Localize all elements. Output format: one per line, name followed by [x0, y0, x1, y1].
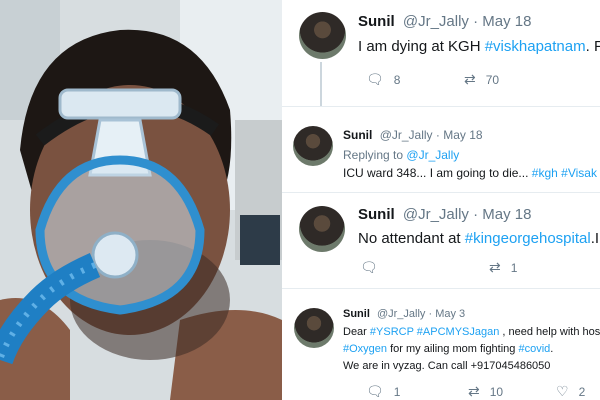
avatar[interactable] — [293, 126, 333, 166]
hashtag-link[interactable]: #Oxygen — [343, 343, 387, 355]
tweet-date[interactable]: May 3 — [435, 308, 465, 320]
avatar[interactable] — [299, 206, 345, 252]
tweet-header: Sunil @Jr_Jally · May 3 — [343, 308, 465, 320]
reply-count: 8 — [393, 73, 401, 87]
retweet-count: 1 — [510, 261, 518, 275]
tweet-actions-like: ♡ 2 — [556, 383, 585, 400]
hashtag-link[interactable]: #kingeorgehospital — [465, 230, 591, 247]
tweet-actions: 🗨︎ 1 — [366, 383, 400, 400]
author-name[interactable]: Sunil — [358, 206, 395, 223]
text-segment: . — [550, 343, 554, 355]
author-name[interactable]: Sunil — [358, 13, 395, 30]
header-separator: · — [428, 308, 433, 320]
tweet-date[interactable]: May 18 — [482, 206, 531, 223]
header-separator: · — [473, 13, 479, 30]
text-segment: No attendant at — [358, 230, 465, 247]
text-segment: ICU ward 348... I am going to die... — [343, 166, 532, 180]
tweet-text-line-1: Dear #YSRCP #APCMYSJagan , need help wit… — [343, 326, 600, 338]
tweet-date[interactable]: May 18 — [443, 128, 482, 142]
author-handle[interactable]: @Jr_Jally — [403, 206, 469, 223]
tweet-header: Sunil @Jr_Jally · May 18 — [358, 13, 531, 30]
author-handle[interactable]: @Jr_Jally — [380, 128, 433, 142]
reply-count: 1 — [393, 385, 401, 399]
thread-line — [320, 62, 322, 106]
replying-handle[interactable]: @Jr_Jally — [406, 148, 459, 162]
hashtag-link[interactable]: #Visak — [561, 166, 597, 180]
author-name[interactable]: Sunil — [343, 308, 370, 320]
tweet-actions-retweet: ⇄ 1 — [489, 259, 517, 276]
tweet-1[interactable]: Sunil @Jr_Jally · May 18 I am dying at K… — [282, 0, 600, 107]
tweet-date[interactable]: May 18 — [482, 13, 531, 30]
text-segment: Dear — [343, 326, 370, 338]
tweet-actions: 🗨︎ — [360, 259, 388, 276]
text-segment: for my ailing mom fighting — [387, 343, 519, 355]
retweet-count: 70 — [485, 73, 500, 87]
hashtag-link[interactable]: #covid — [518, 343, 550, 355]
text-segment: .I a — [590, 230, 600, 247]
replying-prefix: Replying to — [343, 148, 404, 162]
tweet-feed: Sunil @Jr_Jally · May 18 I am dying at K… — [282, 0, 600, 400]
text-segment: . Pl — [585, 38, 600, 55]
photo-patient-oxygen-mask — [0, 0, 282, 400]
tweet-header: Sunil @Jr_Jally · May 18 — [358, 206, 531, 223]
reply-icon[interactable]: 🗨︎ — [366, 71, 384, 88]
text-segment: I am dying at KGH — [358, 38, 485, 55]
reply-icon[interactable]: 🗨︎ — [366, 383, 384, 400]
tweet-header: Sunil @Jr_Jally · May 18 — [343, 128, 483, 142]
text-segment: , need help with hos — [499, 326, 600, 338]
avatar[interactable] — [299, 12, 346, 59]
tweet-text: No attendant at #kingeorgehospital.I a — [358, 230, 600, 247]
hashtag-link[interactable]: #APCMYSJagan — [417, 326, 500, 338]
heart-icon[interactable]: ♡ — [556, 383, 569, 400]
reply-icon[interactable]: 🗨︎ — [360, 259, 378, 276]
retweet-icon[interactable]: ⇄ — [464, 71, 476, 88]
replying-to: Replying to @Jr_Jally — [343, 148, 459, 162]
tweet-actions: 🗨︎ 8 — [366, 71, 400, 88]
hashtag-link[interactable]: #viskhapatnam — [485, 38, 586, 55]
header-separator: · — [435, 128, 440, 142]
tweet-text: I am dying at KGH #viskhapatnam. Pl — [358, 38, 600, 55]
tweet-4[interactable]: Sunil @Jr_Jally · May 3 Dear #YSRCP #APC… — [282, 298, 600, 400]
author-handle[interactable]: @Jr_Jally — [403, 13, 469, 30]
tweet-text: ICU ward 348... I am going to die... #kg… — [343, 166, 597, 180]
tweet-actions-retweet: ⇄ 70 — [464, 71, 499, 88]
author-name[interactable]: Sunil — [343, 128, 372, 142]
hashtag-link[interactable]: #YSRCP — [370, 326, 414, 338]
patient-illustration — [0, 0, 282, 400]
tweet-actions-retweet: ⇄ 10 — [468, 383, 503, 400]
retweet-icon[interactable]: ⇄ — [489, 259, 501, 276]
retweet-icon[interactable]: ⇄ — [468, 383, 480, 400]
tweet-text-line-2: #Oxygen for my ailing mom fighting #covi… — [343, 343, 553, 355]
tweet-2[interactable]: Sunil @Jr_Jally · May 18 Replying to @Jr… — [282, 118, 600, 193]
author-handle[interactable]: @Jr_Jally — [377, 308, 425, 320]
tweet-text-line-3: We are in vyzag. Can call +917045486050 — [343, 360, 551, 372]
hashtag-link[interactable]: #kgh — [532, 166, 558, 180]
avatar[interactable] — [294, 308, 334, 348]
header-separator: · — [473, 206, 479, 223]
retweet-count: 10 — [489, 385, 504, 399]
like-count: 2 — [578, 385, 586, 399]
tweet-3[interactable]: Sunil @Jr_Jally · May 18 No attendant at… — [282, 196, 600, 289]
